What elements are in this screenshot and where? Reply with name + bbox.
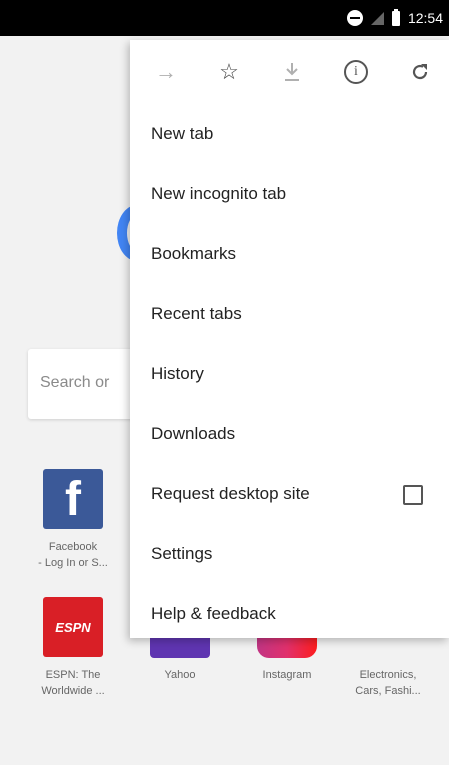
menu-item-label: Help & feedback [151,604,276,623]
info-icon[interactable]: i [342,58,370,86]
do-not-disturb-icon [346,10,363,26]
tile-espn[interactable]: ESPN ESPN: The Worldwide ... [23,597,123,699]
menu-item-label: Recent tabs [151,304,242,323]
menu-item-history[interactable]: History [130,344,449,404]
tile-facebook[interactable]: f Facebook - Log In or S... [23,469,123,571]
menu-item-label: New incognito tab [151,184,287,203]
facebook-icon: f [43,469,103,529]
menu-item-label: Request desktop site [151,484,310,503]
menu-item-label: History [151,364,204,383]
bookmark-star-icon[interactable]: ☆ [215,58,243,86]
menu-item-recent-tabs[interactable]: Recent tabs [130,284,449,344]
menu-item-help-feedback[interactable]: Help & feedback [130,584,449,644]
menu-item-label: Settings [151,544,213,563]
tile-label: Instagram [262,669,312,681]
menu-toolbar: → ☆ i [130,40,449,104]
tile-label: Yahoo [164,669,196,681]
signal-icon [370,11,384,25]
menu-item-label: New tab [151,124,214,143]
reload-icon[interactable] [406,58,434,86]
menu-item-new-tab[interactable]: New tab [130,104,449,164]
menu-item-downloads[interactable]: Downloads [130,404,449,464]
menu-item-settings[interactable]: Settings [130,524,449,584]
forward-icon[interactable]: → [152,58,180,86]
status-icons: 12:54 [346,0,443,36]
menu-item-label: Downloads [151,424,236,443]
status-bar: 12:54 [0,0,449,36]
status-time: 12:54 [407,10,443,26]
download-icon[interactable] [278,58,306,86]
battery-icon [391,8,400,26]
tile-label: Facebook - Log In or S... [38,541,108,569]
menu-item-new-incognito-tab[interactable]: New incognito tab [130,164,449,224]
menu-item-label: Bookmarks [151,244,237,263]
tile-electronics[interactable]: Electronics, Cars, Fashi... [338,658,438,699]
tile-label: Electronics, Cars, Fashi... [355,669,421,697]
espn-icon: ESPN [43,597,103,657]
search-placeholder: Search or [40,374,110,391]
tile-label: ESPN: The Worldwide ... [41,669,105,697]
desktop-site-checkbox[interactable] [403,485,423,505]
menu-item-bookmarks[interactable]: Bookmarks [130,224,449,284]
overflow-menu: → ☆ i New tab New incognito tab Bookmark… [130,40,449,638]
menu-item-request-desktop-site[interactable]: Request desktop site [130,464,449,524]
